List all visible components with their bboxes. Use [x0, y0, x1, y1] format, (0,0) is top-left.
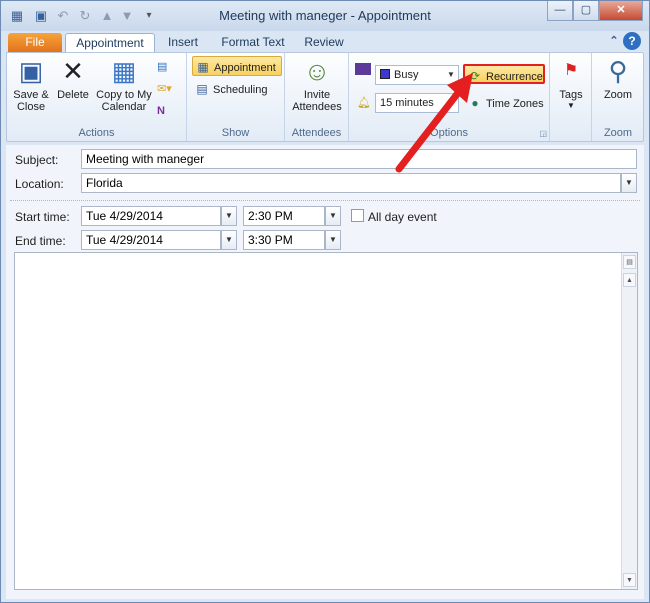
zoom-button[interactable]: ⚲ Zoom [596, 55, 640, 101]
delete-icon: ✕ [62, 56, 84, 86]
attendees-group-label: Attendees [291, 127, 342, 139]
scheduling-icon: ▤ [196, 82, 208, 96]
chevron-down-icon: ▼ [225, 235, 233, 244]
group-actions: ▣ Save & Close ✕ Delete ▦ Copy to My Cal… [7, 53, 187, 141]
appointment-view-label: Appointment [214, 62, 276, 74]
delete-button[interactable]: ✕ Delete [55, 55, 91, 101]
reminder-bell-icon: 🔔︎ [357, 97, 371, 109]
forward-icon[interactable]: ▤ [157, 57, 167, 77]
tab-review[interactable]: Review [299, 33, 349, 53]
minimize-button[interactable]: — [547, 1, 573, 21]
magnifier-icon: ⚲ [608, 56, 628, 86]
start-time-label: Start time: [15, 210, 70, 224]
copy-to-calendar-button[interactable]: ▦ Copy to My Calendar [95, 55, 153, 113]
invite-attendees-icon: ☺ [303, 56, 331, 86]
mail-dropdown-icon[interactable]: ✉▾ [157, 79, 172, 99]
title-bar: ▦ ▣ ↶ ↻ ▲ ▼ ▾ Meeting with maneger - App… [1, 1, 649, 31]
start-date-field[interactable]: Tue 4/29/2014 [81, 206, 221, 226]
calendar-copy-icon: ▦ [111, 56, 137, 86]
collapse-ribbon-icon[interactable]: ⌃ [605, 32, 623, 50]
location-field[interactable]: Florida [81, 173, 621, 193]
group-zoom: ⚲ Zoom Zoom [592, 53, 644, 141]
appointment-form: Subject: Meeting with maneger Location: … [6, 145, 644, 599]
onenote-icon[interactable]: N [157, 101, 165, 121]
group-attendees: ☺ Invite Attendees Attendees [285, 53, 349, 141]
copy-calendar-label: Copy to My Calendar [96, 89, 152, 113]
delete-label: Delete [57, 89, 89, 101]
time-zones-label: Time Zones [486, 98, 544, 110]
scroll-down-icon[interactable]: ▼ [623, 573, 636, 587]
appointment-icon: ▦ [197, 60, 209, 74]
all-day-label: All day event [368, 210, 437, 224]
tags-button[interactable]: ⚑ Tags ▼ [554, 55, 588, 110]
start-time-field[interactable]: 2:30 PM [243, 206, 325, 226]
appointment-window: ▦ ▣ ↶ ↻ ▲ ▼ ▾ Meeting with maneger - App… [0, 0, 650, 603]
annotation-arrow [395, 73, 473, 173]
chevron-down-icon: ▼ [625, 178, 633, 187]
scroll-up-icon[interactable]: ▲ [623, 273, 636, 287]
chevron-down-icon: ▼ [567, 101, 575, 110]
tags-label: Tags [559, 89, 583, 101]
start-date-picker-button[interactable]: ▼ [221, 206, 237, 226]
help-icon[interactable]: ? [623, 32, 641, 50]
arrow-shaft [395, 85, 465, 173]
save-close-icon: ▣ [18, 56, 44, 86]
close-button[interactable]: ✕ [599, 1, 643, 21]
tab-format-text[interactable]: Format Text [215, 33, 291, 53]
save-close-label: Save & Close [13, 89, 49, 113]
subject-label: Subject: [15, 153, 59, 167]
subject-field[interactable]: Meeting with maneger [81, 149, 637, 169]
flag-icon: ⚑ [563, 62, 579, 79]
show-as-icon [355, 63, 371, 75]
busy-swatch [380, 69, 390, 79]
tab-file[interactable]: File [8, 33, 62, 53]
ribbon-tabs: File Appointment Insert Format Text Revi… [1, 31, 649, 53]
scheduling-button[interactable]: ▤ Scheduling [194, 79, 267, 99]
recurrence-label: Recurrence [486, 71, 543, 83]
end-time-dropdown-button[interactable]: ▼ [325, 230, 341, 250]
invite-attendees-label: Invite Attendees [292, 89, 342, 113]
group-show: ▦ Appointment ▤ Scheduling Show [187, 53, 285, 141]
end-time-field[interactable]: 3:30 PM [243, 230, 325, 250]
chevron-down-icon: ▼ [329, 211, 337, 220]
ribbon: ▣ Save & Close ✕ Delete ▦ Copy to My Cal… [6, 52, 644, 142]
scheduling-label: Scheduling [213, 84, 268, 96]
location-label: Location: [15, 177, 64, 191]
invite-attendees-button[interactable]: ☺ Invite Attendees [289, 55, 345, 113]
vertical-scrollbar[interactable]: ▤ ▲ ▼ [621, 253, 637, 589]
tab-appointment[interactable]: Appointment [65, 33, 155, 53]
ruler-toggle-icon[interactable]: ▤ [623, 255, 636, 269]
location-dropdown-button[interactable]: ▼ [621, 173, 637, 193]
all-day-checkbox[interactable] [351, 209, 364, 222]
notes-body[interactable]: ▤ ▲ ▼ [14, 252, 638, 590]
divider [10, 200, 640, 201]
save-close-button[interactable]: ▣ Save & Close [11, 55, 51, 113]
maximize-button[interactable]: ▢ [573, 1, 599, 21]
zoom-group-label: Zoom [603, 127, 633, 139]
appointment-view-button[interactable]: ▦ Appointment [192, 56, 282, 76]
tab-insert[interactable]: Insert [161, 33, 205, 53]
zoom-btn-label: Zoom [603, 89, 633, 101]
actions-group-label: Actions [78, 127, 115, 139]
end-time-label: End time: [15, 234, 66, 248]
chevron-down-icon: ▼ [225, 211, 233, 220]
dialog-launcher-icon[interactable]: ◲ [539, 129, 547, 138]
group-tags: ⚑ Tags ▼ [550, 53, 592, 141]
show-group-label: Show [221, 127, 250, 139]
chevron-down-icon: ▼ [329, 235, 337, 244]
start-time-dropdown-button[interactable]: ▼ [325, 206, 341, 226]
end-date-picker-button[interactable]: ▼ [221, 230, 237, 250]
end-date-field[interactable]: Tue 4/29/2014 [81, 230, 221, 250]
